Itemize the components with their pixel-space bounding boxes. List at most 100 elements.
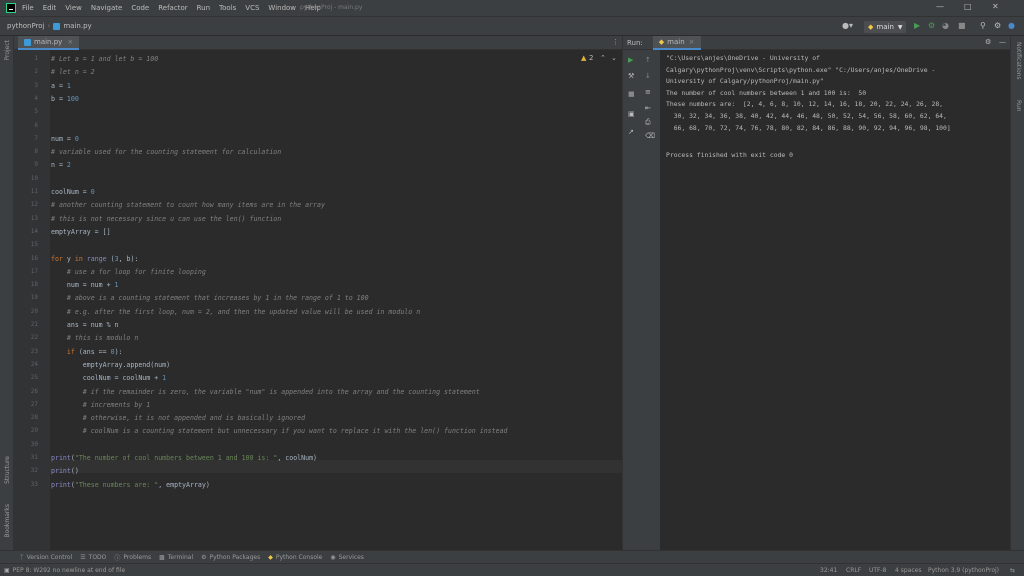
menu-tools[interactable]: Tools [219,4,236,12]
gear-icon[interactable]: ⚙ [994,21,1001,30]
indent-setting[interactable]: 4 spaces [895,567,921,574]
line-separator[interactable]: CRLF [846,567,861,574]
code-line: emptyArray.append(num) [51,360,171,369]
print-icon[interactable]: ⎙ [645,118,651,127]
close-icon[interactable]: ✕ [992,2,999,11]
tool-tab-problems[interactable]: ⓘ Problems [114,553,151,562]
run-panel-header: Run: ◆ main × ⚙ — [622,35,1010,50]
chevron-up-icon[interactable]: ⌃ [600,54,606,62]
warning-count: 2 [589,54,594,62]
coverage-icon[interactable]: ◕ [942,21,949,30]
bookmarks-tool-button[interactable]: Bookmarks [4,504,11,538]
trash-icon[interactable]: ⌫ [645,132,655,140]
code-line: num = 0 [51,134,79,143]
run-toolbar: ▶ ↑ ⚒ ↓ ■ ≡ ⇤ ▣ ⎙ ↗ ⌫ [622,50,660,550]
tab-close-icon[interactable]: × [689,38,695,46]
down-arrow-icon[interactable]: ↓ [645,72,651,80]
tool-tab-label: Python Packages [209,553,261,561]
menu-code[interactable]: Code [131,4,149,12]
line-number: 9 [34,161,38,169]
code-line: b = 100 [51,94,79,103]
breadcrumb-file[interactable]: main.py [53,22,92,30]
python-config-icon: ◆ [868,23,874,31]
debug-icon[interactable]: ⚙ [928,21,935,30]
code-line: # above is a counting statement that inc… [51,294,369,303]
more-options-icon[interactable]: ⋮ [612,38,619,46]
menu-file[interactable]: File [22,4,34,12]
caret-position[interactable]: 32:41 [820,567,837,574]
save-icon[interactable]: ▣ [628,110,635,118]
stop-icon[interactable]: ■ [628,90,635,98]
editor-tab-label: main.py [34,38,63,46]
tool-tab-terminal[interactable]: ▩ Terminal [159,554,193,561]
run-console-output[interactable]: "C:\Users\anjes\OneDrive - University of… [660,50,1010,550]
menu-refactor[interactable]: Refactor [158,4,187,12]
code-line: ans = num % n [51,321,119,329]
up-arrow-icon[interactable]: ↑ [645,56,651,64]
tab-close-icon[interactable]: × [67,38,73,46]
tool-tab-version-control[interactable]: ᛉ Version Control [20,554,72,561]
breadcrumb-separator: › [47,22,51,30]
scroll-to-end-icon[interactable]: ⇤ [645,104,651,112]
lock-icon[interactable]: ⇆ [1010,567,1015,574]
run-tab-main[interactable]: ◆ main × [652,35,701,50]
tool-tab-python-console[interactable]: ◆ Python Console [268,554,322,561]
jetbrains-icon[interactable]: ● [1008,21,1015,30]
tool-tab-services[interactable]: ◉ Services [330,554,364,561]
code-line: # another counting statement to count ho… [51,201,325,210]
gear-icon[interactable]: ⚙ [985,38,991,46]
stop-icon[interactable]: ■ [958,21,966,30]
line-number: 26 [30,387,38,395]
code-line: print() [51,467,79,476]
status-panel-icon[interactable]: ▣ [4,567,10,574]
menu-view[interactable]: View [65,4,82,12]
run-tool-button[interactable]: Run [1015,100,1022,112]
warning-icon[interactable]: ▲ [581,54,586,62]
hide-panel-icon[interactable]: — [999,38,1006,46]
breadcrumb-project[interactable]: pythonProj [7,22,45,30]
line-number: 1 [34,55,38,62]
status-message[interactable]: PEP 8: W292 no newline at end of file [13,567,125,574]
soft-wrap-icon[interactable]: ≡ [645,88,651,96]
chevron-down-icon[interactable]: ⌄ [611,54,617,62]
menu-window[interactable]: Window [268,4,296,12]
run-configuration-selector[interactable]: ◆ main ▼ [864,21,906,33]
menu-run[interactable]: Run [197,4,210,12]
pycharm-logo-icon [6,3,16,13]
minimize-icon[interactable]: — [936,2,944,11]
chevron-down-icon: ▼ [897,23,903,31]
tool-tab-todo[interactable]: ☰ TODO [80,554,106,561]
line-number: 33 [30,480,38,488]
tool-window-tabs: ᛉ Version Control ☰ TODO ⓘ Problems ▩ Termin… [0,550,1024,563]
tool-tab-label: Problems [123,553,152,561]
restore-icon[interactable]: □ [964,2,972,11]
line-number: 30 [30,440,38,448]
file-encoding[interactable]: UTF-8 [869,567,887,574]
menu-navigate[interactable]: Navigate [91,4,122,12]
line-number: 19 [30,294,38,302]
python-interpreter[interactable]: Python 3.9 (pythonProj) [928,567,999,574]
console-line: 66, 68, 70, 72, 74, 76, 78, 80, 82, 84, … [666,123,951,132]
structure-tool-button[interactable]: Structure [4,456,11,484]
rerun-icon[interactable]: ▶ [628,56,633,64]
wrench-icon[interactable]: ⚒ [628,72,634,80]
editor-tab-main-py[interactable]: main.py × [18,36,80,50]
menu-vcs[interactable]: VCS [245,4,259,12]
line-number: 4 [34,94,38,102]
line-number: 11 [30,188,38,195]
right-tool-stripe: Notifications Run [1010,36,1024,550]
menu-edit[interactable]: Edit [43,4,57,12]
branch-icon: ᛉ [20,553,24,561]
code-editor[interactable]: ▲ 2 ⌃ ⌄ # Let a = 1 and let b = 100 # let… [50,50,622,550]
pin-icon[interactable]: ↗ [628,128,634,136]
search-icon[interactable]: ⚲ [980,21,986,30]
line-number: 29 [30,427,38,435]
project-tool-button[interactable]: Project [4,40,11,61]
code-line: if (ans == 0): [66,347,123,356]
notifications-tool-button[interactable]: Notifications [1015,42,1022,80]
user-icon[interactable]: ●▾ [842,21,853,30]
tool-tab-python-packages[interactable]: ⚙ Python Packages [201,554,260,561]
left-tool-stripe: Project Structure Bookmarks [0,36,14,550]
run-icon[interactable]: ▶ [914,21,920,30]
line-number: 32 [30,467,38,475]
